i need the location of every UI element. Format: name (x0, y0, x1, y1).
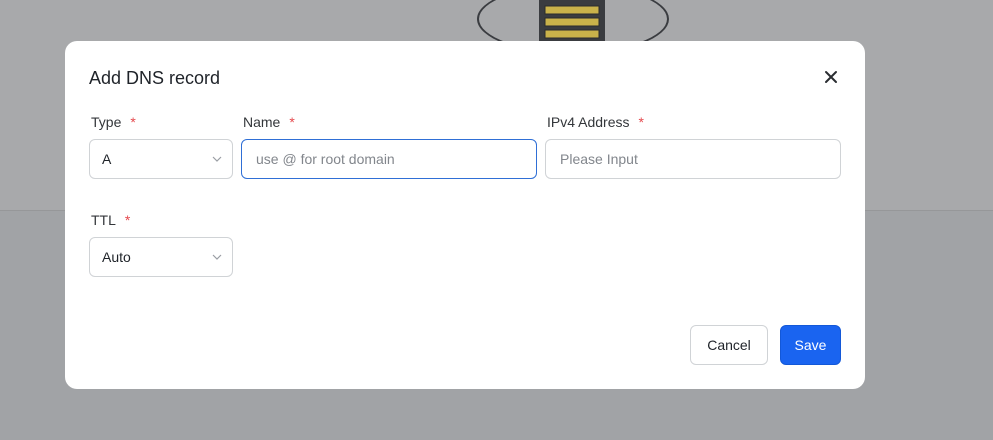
name-label: Name * (243, 114, 295, 130)
ttl-select[interactable]: Auto (89, 237, 233, 277)
add-dns-record-dialog: Add DNS record Type* A Name* IPv4 Addres… (65, 41, 865, 389)
required-mark: * (289, 114, 295, 130)
save-button[interactable]: Save (780, 325, 841, 365)
ipv4-label: IPv4 Address * (547, 114, 644, 130)
ttl-label: TTL * (91, 212, 131, 228)
type-label: Type * (91, 114, 136, 130)
required-mark: * (130, 114, 136, 130)
ttl-select-value: Auto (102, 249, 131, 265)
chevron-down-icon (212, 156, 222, 162)
dialog-title: Add DNS record (89, 68, 221, 88)
required-mark: * (124, 212, 131, 228)
type-select-value: A (102, 151, 112, 167)
cancel-button[interactable]: Cancel (690, 325, 768, 365)
name-input[interactable] (242, 140, 536, 178)
ipv4-field-wrapper (545, 139, 841, 179)
chevron-down-icon (212, 254, 222, 260)
name-field-wrapper (241, 139, 537, 179)
ipv4-input[interactable] (546, 140, 840, 178)
type-select[interactable]: A (89, 139, 233, 179)
required-mark: * (638, 114, 644, 130)
close-icon[interactable] (821, 67, 841, 87)
